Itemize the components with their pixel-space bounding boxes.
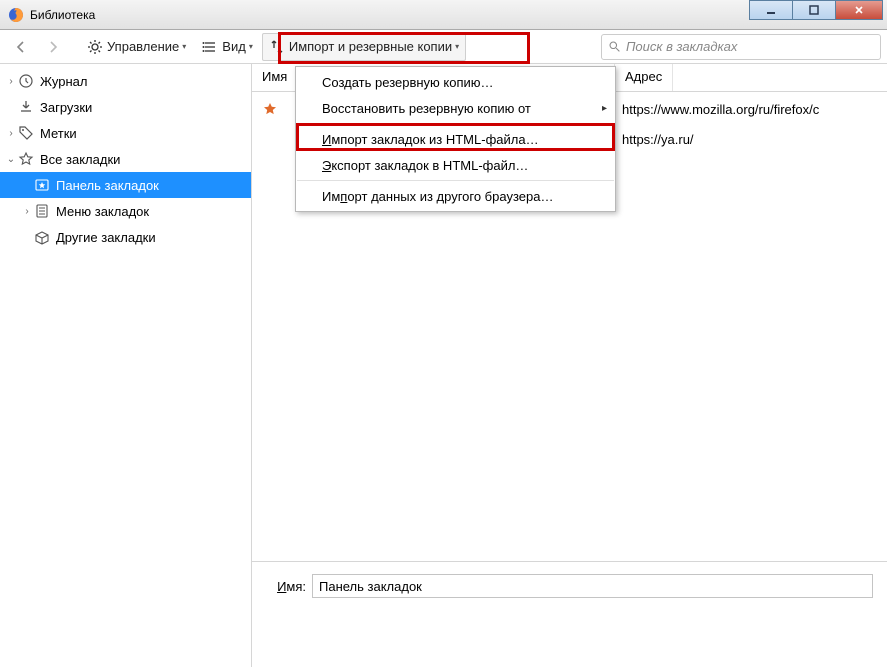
gear-icon [87,39,103,55]
clock-icon [18,73,34,89]
sidebar-item-history[interactable]: ›Журнал [0,68,251,94]
list-icon [202,39,218,55]
minimize-button[interactable] [749,0,793,20]
details-panel: Имя: [252,561,887,667]
menu-item-import-html[interactable]: Импорт закладок из HTML-файла… [296,126,615,152]
menu-separator [297,180,614,181]
bookmark-menu-icon [34,203,50,219]
sidebar-item-downloads[interactable]: Загрузки [0,94,251,120]
menu-separator [297,123,614,124]
name-field[interactable] [312,574,873,598]
import-export-icon [269,39,285,55]
cell-address: https://www.mozilla.org/ru/firefox/c [622,102,819,117]
sidebar-item-tags[interactable]: ›Метки [0,120,251,146]
search-icon [608,40,621,53]
column-address[interactable]: Адрес [615,64,673,91]
star-icon [18,151,34,167]
caret-icon: ▾ [455,42,459,51]
download-icon [18,99,34,115]
window-title: Библиотека [30,8,95,22]
menu-item-backup[interactable]: Создать резервную копию… [296,69,615,95]
bookmark-bar-icon [34,177,50,193]
menu-item-restore[interactable]: Восстановить резервную копию от▸ [296,95,615,121]
name-label: Имя: [266,579,306,594]
window-buttons [750,0,883,20]
import-backup-menu: Создать резервную копию… Восстановить ре… [295,66,616,212]
table-row[interactable]: https://www.mozilla.org/ru/firefox/c [252,98,284,120]
star-icon [262,101,278,117]
import-backup-button[interactable]: Импорт и резервные копии▾ [262,33,466,61]
caret-icon: ▾ [182,42,186,51]
menu-item-export-html[interactable]: Экспорт закладок в HTML-файл… [296,152,615,178]
manage-button[interactable]: Управление▾ [80,33,193,61]
sidebar-item-all-bookmarks[interactable]: ⌄Все закладки [0,146,251,172]
other-bookmarks-icon [34,229,50,245]
firefox-icon [8,7,24,23]
back-button[interactable] [6,33,36,61]
titlebar: Библиотека [0,0,887,30]
search-input[interactable]: Поиск в закладках [601,34,881,60]
cell-address: https://ya.ru/ [622,132,694,147]
sidebar-item-toolbar-bookmarks[interactable]: Панель закладок [0,172,251,198]
maximize-button[interactable] [792,0,836,20]
sidebar-item-other-bookmarks[interactable]: Другие закладки [0,224,251,250]
close-button[interactable] [835,0,883,20]
submenu-arrow-icon: ▸ [602,103,607,114]
view-button[interactable]: Вид▾ [195,33,260,61]
sidebar: ›Журнал Загрузки ›Метки ⌄Все закладки Па… [0,64,252,667]
tag-icon [18,125,34,141]
forward-button[interactable] [38,33,68,61]
menu-item-import-browser[interactable]: Импорт данных из другого браузера… [296,183,615,209]
sidebar-item-menu-bookmarks[interactable]: ›Меню закладок [0,198,251,224]
toolbar: Управление▾ Вид▾ Импорт и резервные копи… [0,30,887,64]
caret-icon: ▾ [249,42,253,51]
